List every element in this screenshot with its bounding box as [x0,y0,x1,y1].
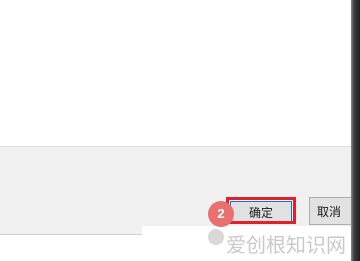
screen: 确定 取消 2 爱创根知识网 [0,0,360,261]
step-badge: 2 [208,201,234,227]
cancel-button[interactable]: 取消 [309,197,357,225]
watermark-logo-icon [208,229,224,245]
dialog-footer [0,146,351,235]
watermark-text: 爱创根知识网 [226,235,346,257]
step-highlight-box [226,197,296,224]
dialog-content-area [0,0,351,146]
window-edge-shadow [351,0,360,261]
